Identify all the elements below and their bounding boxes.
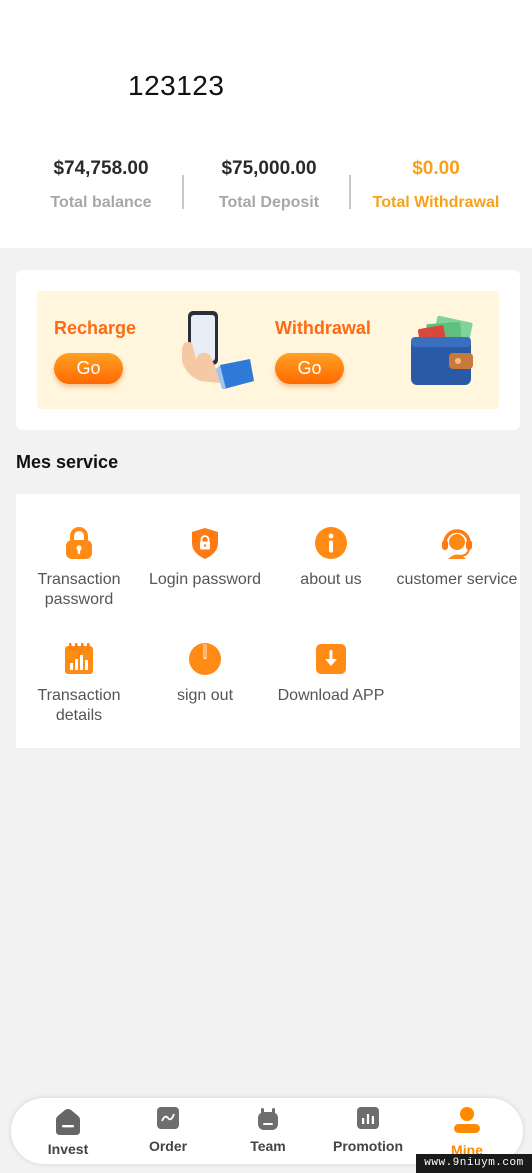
nav-label: Promotion [333, 1138, 403, 1154]
withdrawal-title: Withdrawal [275, 318, 371, 338]
stat-total-withdrawal: $0.00 Total Withdrawal [356, 150, 516, 218]
headset-icon [442, 529, 472, 559]
balance-stats: $74,758.00 Total balance $75,000.00 Tota… [0, 150, 532, 220]
house-icon [56, 1109, 80, 1135]
wallet-icon [411, 315, 473, 385]
divider [349, 175, 351, 209]
stat-total-balance: $74,758.00 Total balance [21, 150, 181, 218]
total-deposit-amount: $75,000.00 [221, 158, 317, 179]
service-download-app[interactable]: Download APP [268, 642, 394, 706]
service-label: Login password [148, 571, 262, 588]
stat-total-deposit: $75,000.00 Total Deposit [189, 150, 349, 218]
total-withdrawal-label: Total Withdrawal [372, 194, 500, 211]
service-label: Transaction details [37, 687, 121, 724]
service-transaction-password[interactable]: Transaction password [16, 526, 142, 610]
download-icon [316, 644, 346, 674]
services-title: Mes service [16, 452, 119, 472]
total-deposit-label: Total Deposit [218, 194, 320, 211]
service-label: Transaction password [37, 571, 121, 608]
nav-promotion[interactable]: Promotion [318, 1098, 418, 1164]
service-label: about us [300, 571, 362, 588]
recharge-go-button[interactable]: Go [54, 353, 123, 384]
nav-team[interactable]: Team [218, 1098, 318, 1164]
phone-hand-icon [182, 311, 254, 389]
recharge-title: Recharge [54, 318, 137, 338]
service-login-password[interactable]: Login password [142, 526, 268, 590]
service-label: sign out [176, 687, 234, 704]
service-label: customer service [396, 571, 518, 588]
recharge-withdrawal-panel: Recharge Go Withdrawal Go [37, 291, 499, 409]
watermark: www.9niuym.com [416, 1154, 532, 1173]
nav-label: Team [250, 1138, 286, 1154]
nav-label: Order [148, 1138, 188, 1154]
notebook-chart-icon [65, 643, 93, 674]
nav-label: Invest [47, 1141, 89, 1157]
services-grid: Transaction password Login password abou… [16, 494, 520, 748]
order-chart-icon [157, 1107, 179, 1129]
service-label: Download APP [277, 687, 385, 704]
team-icon [258, 1108, 278, 1130]
total-balance-amount: $74,758.00 [53, 158, 149, 179]
info-icon [315, 527, 347, 559]
username: 123123 [128, 70, 225, 101]
nav-order[interactable]: Order [118, 1098, 218, 1164]
service-sign-out[interactable]: sign out [142, 642, 268, 706]
total-withdrawal-amount: $0.00 [412, 158, 460, 179]
divider [182, 175, 184, 209]
total-balance-label: Total balance [50, 194, 152, 211]
withdrawal-go-button[interactable]: Go [275, 353, 344, 384]
account-header: 123123 $74,758.00 Total balance $75,000.… [0, 0, 532, 248]
service-about-us[interactable]: about us [268, 526, 394, 590]
service-transaction-details[interactable]: Transaction details [16, 642, 142, 726]
lock-icon [66, 527, 92, 559]
user-icon [454, 1107, 480, 1133]
nav-invest[interactable]: Invest [18, 1098, 118, 1164]
power-icon [189, 643, 221, 675]
service-customer-service[interactable]: customer service [394, 526, 520, 590]
shield-lock-icon [192, 528, 218, 559]
recharge-withdrawal-card: Recharge Go Withdrawal Go [16, 270, 520, 430]
bar-chart-icon [357, 1107, 379, 1129]
